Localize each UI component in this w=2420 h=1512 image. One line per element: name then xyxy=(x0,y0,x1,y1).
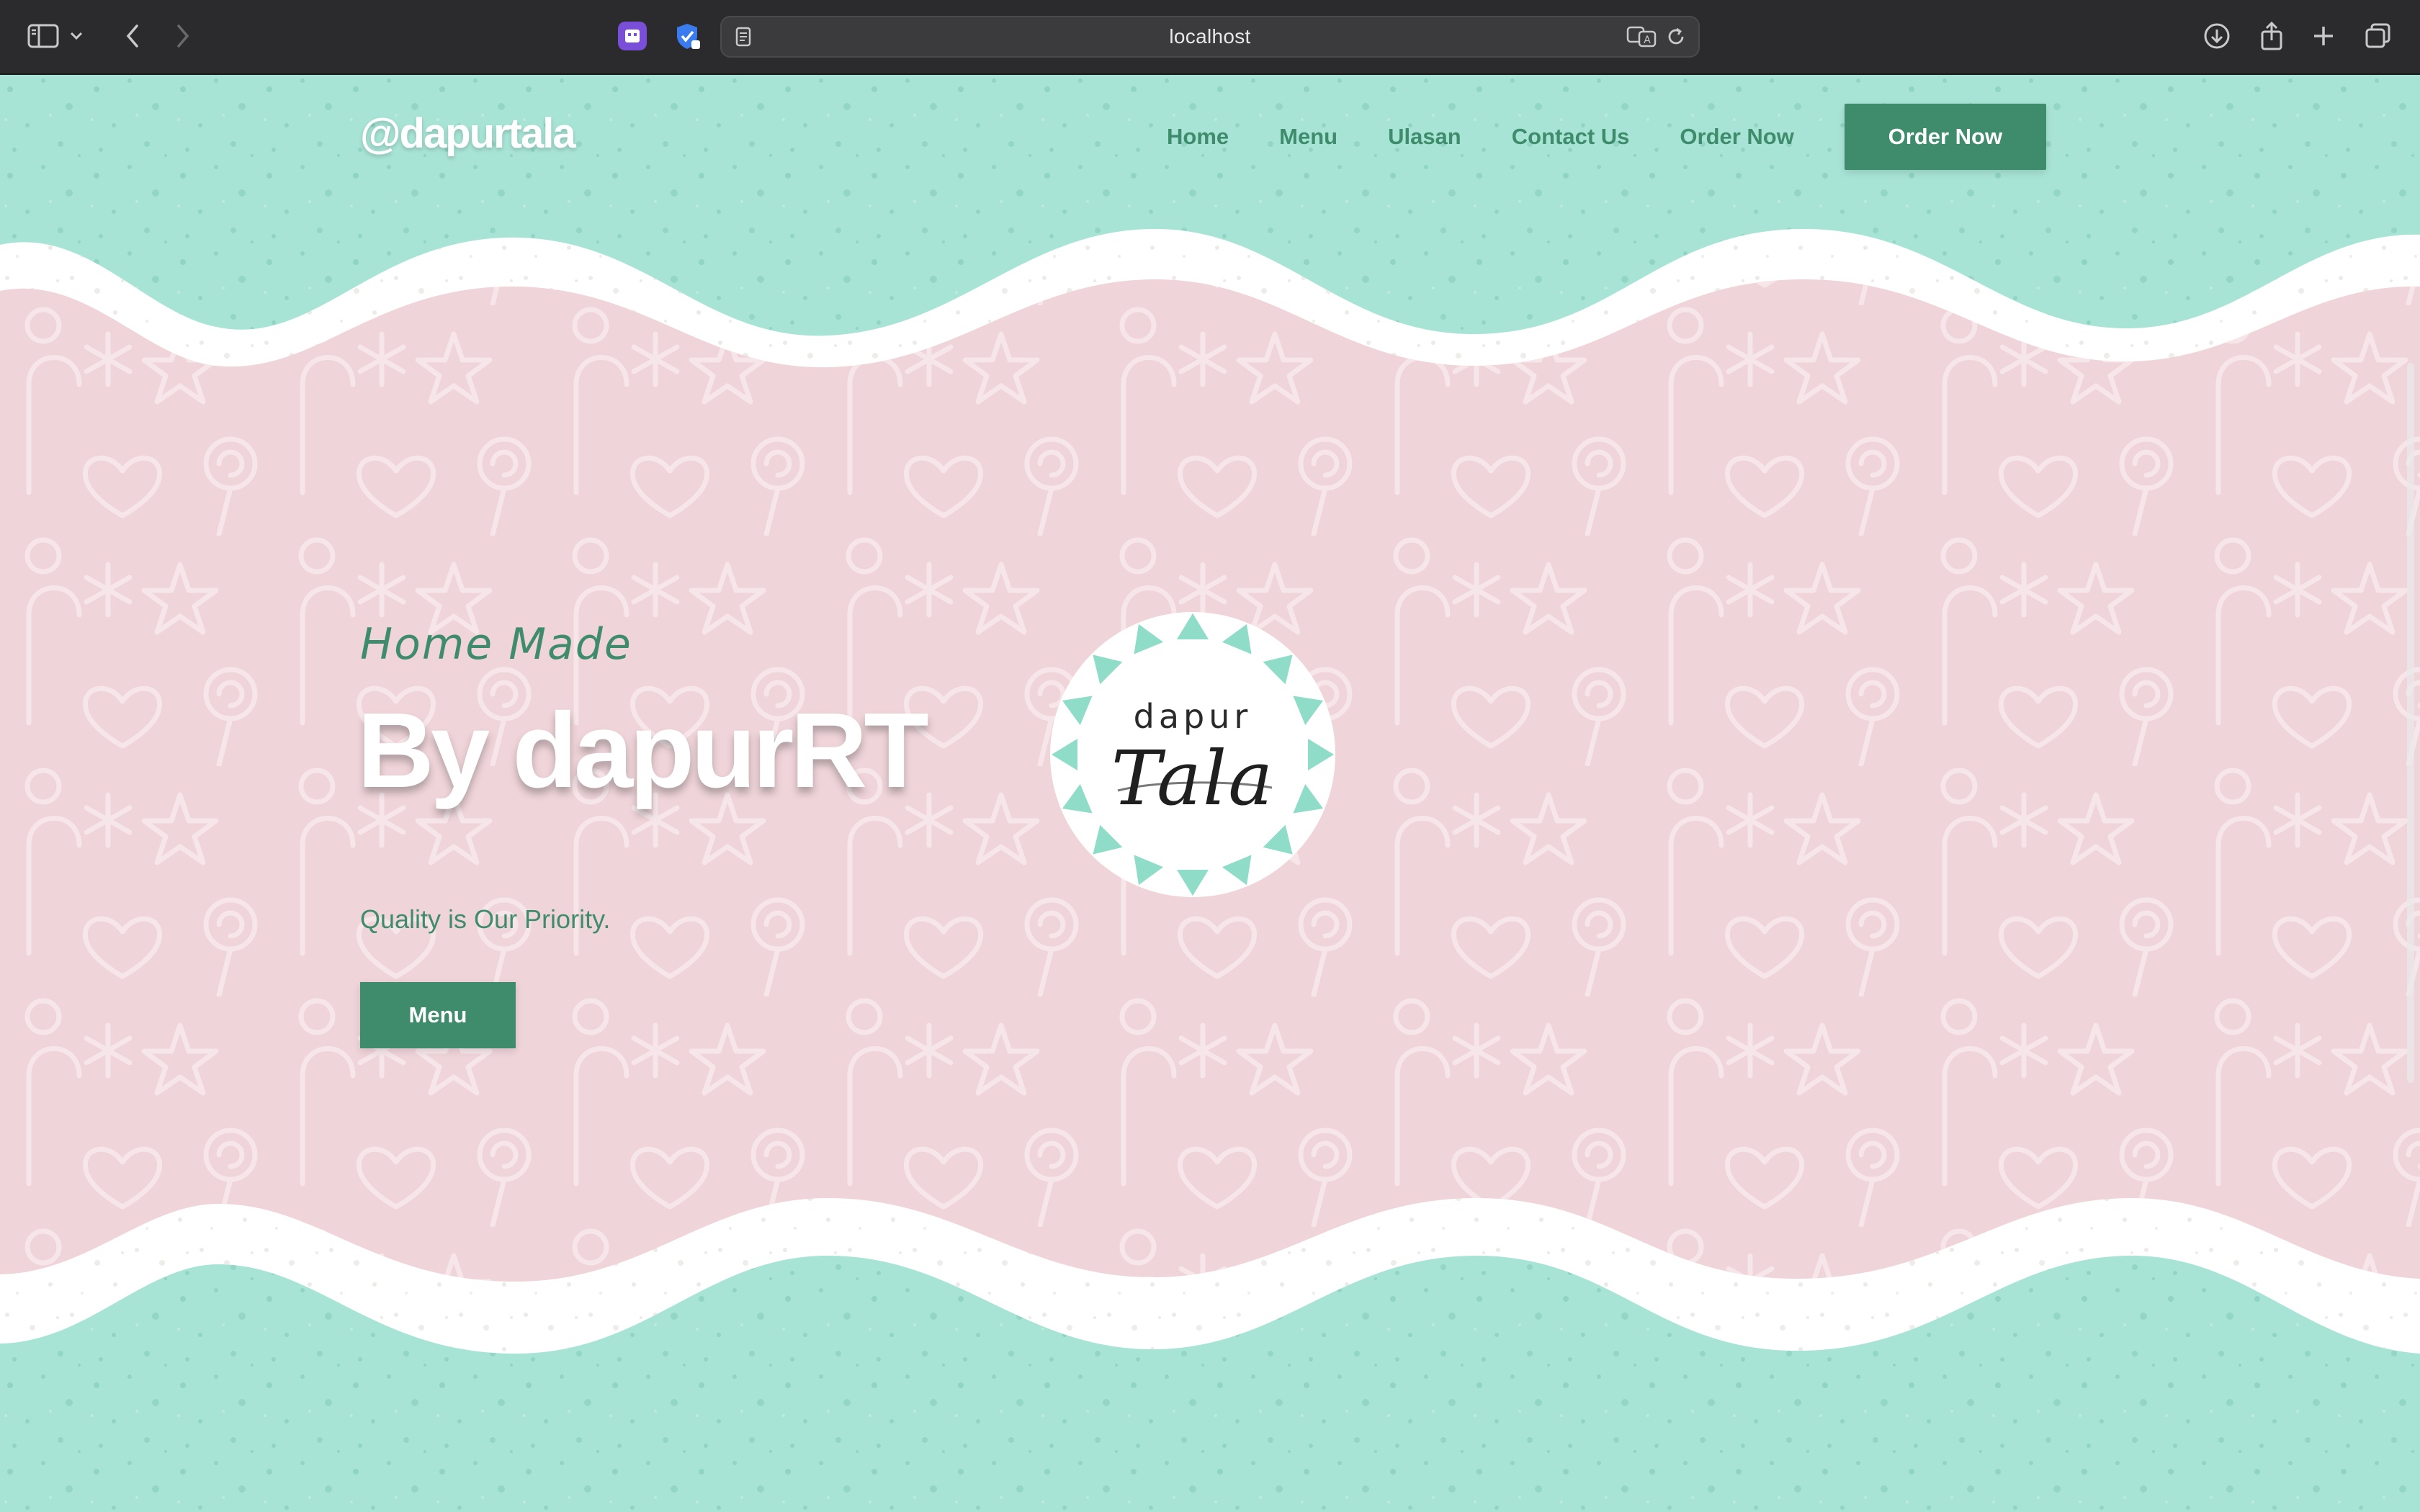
new-tab-button[interactable] xyxy=(2303,16,2344,56)
nav-home[interactable]: Home xyxy=(1167,124,1229,150)
extension-icon-purple[interactable] xyxy=(618,22,647,50)
site-logo[interactable]: @dapurtala xyxy=(360,109,576,158)
extension-icon-shield[interactable] xyxy=(673,22,702,50)
address-bar[interactable]: localhost A xyxy=(720,16,1700,58)
nav-menu[interactable]: Menu xyxy=(1279,124,1337,150)
nav-order-now[interactable]: Order Now xyxy=(1680,124,1793,150)
nav-contact-us[interactable]: Contact Us xyxy=(1512,124,1630,150)
brand-badge: dapur Tala xyxy=(1049,611,1337,899)
address-url: localhost xyxy=(1169,25,1251,48)
tabs-icon xyxy=(2365,23,2390,48)
sidebar-toggle-button[interactable] xyxy=(23,16,63,56)
tab-overview-button[interactable] xyxy=(2358,16,2398,56)
hero-subtitle: Quality is Our Priority. xyxy=(360,904,611,934)
badge-script-text: Tala xyxy=(1111,734,1275,822)
hero-title: By dapurRT xyxy=(357,691,929,810)
nav-ulasan[interactable]: Ulasan xyxy=(1388,124,1461,150)
share-button[interactable] xyxy=(2251,16,2292,56)
badge-top-text: dapur xyxy=(1133,697,1252,736)
browser-toolbar: localhost A xyxy=(0,0,2420,75)
downloads-button[interactable] xyxy=(2197,16,2237,56)
calendar-icon xyxy=(625,30,640,42)
shield-check-icon xyxy=(677,24,700,49)
sidebar-icon xyxy=(27,24,59,48)
reload-icon[interactable] xyxy=(1665,26,1687,48)
back-button[interactable] xyxy=(112,16,153,56)
translate-icon[interactable]: A xyxy=(1626,24,1658,49)
forward-button[interactable] xyxy=(163,16,203,56)
web-page: @dapurtala Home Menu Ulasan Contact Us O… xyxy=(0,75,2420,1512)
share-icon xyxy=(2261,21,2282,50)
menu-button[interactable]: Menu xyxy=(360,982,516,1048)
plus-icon xyxy=(2314,27,2333,45)
svg-text:A: A xyxy=(1644,35,1651,46)
sidebar-menu-chevron[interactable] xyxy=(62,16,91,56)
chevron-right-icon xyxy=(177,24,189,48)
main-nav: Home Menu Ulasan Contact Us Order Now Or… xyxy=(1167,104,2046,170)
hero-eyebrow: Home Made xyxy=(360,619,632,670)
order-now-button[interactable]: Order Now xyxy=(1844,104,2046,170)
chevron-left-icon xyxy=(126,24,138,48)
chevron-down-icon xyxy=(70,32,83,40)
download-icon xyxy=(2204,23,2230,49)
